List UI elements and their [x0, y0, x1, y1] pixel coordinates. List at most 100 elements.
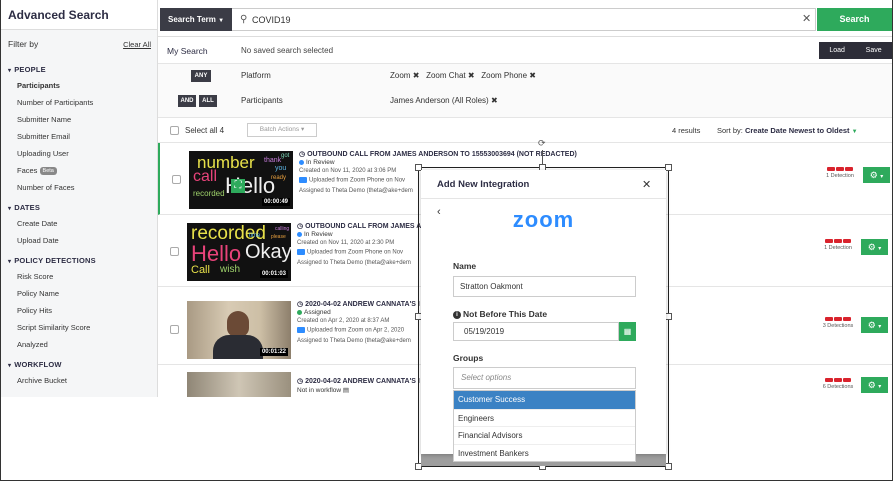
detection-indicator: 1 Detection [820, 239, 856, 251]
active-filters: ANY Platform Zoom ✖ Zoom Chat ✖ Zoom Pho… [158, 64, 892, 118]
filter-row-platform: ANY Platform Zoom ✖ Zoom Chat ✖ Zoom Pho… [158, 64, 892, 88]
resize-handle[interactable] [665, 463, 672, 470]
row-title[interactable]: ◷ OUTBOUND CALL FROM JAMES AN [297, 222, 426, 230]
filter-values: Zoom ✖ Zoom Chat ✖ Zoom Phone ✖ [390, 71, 536, 80]
chevron-down-icon: ▼ [851, 129, 858, 135]
my-search-value[interactable]: No saved search selected [241, 46, 333, 55]
row-checkbox[interactable] [170, 247, 179, 256]
date-input[interactable]: 05/19/2019 [453, 322, 619, 341]
sidebar-item[interactable]: Number of Participants [1, 94, 157, 111]
load-button[interactable]: Load [829, 47, 845, 54]
sidebar-item[interactable]: Faces Beta [1, 162, 157, 179]
row-assigned: Assigned to Theta Demo (theta@ake+dem [297, 338, 411, 344]
calendar-icon[interactable]: ▦ [619, 322, 636, 341]
and-tag[interactable]: AND [178, 95, 196, 107]
remove-icon[interactable]: ✖ [529, 71, 536, 80]
row-actions-button[interactable]: ⚙ ▾ [861, 239, 888, 255]
resize-handle[interactable] [665, 313, 672, 320]
search-button[interactable]: Search [817, 8, 892, 31]
status-text: Assigned [304, 309, 331, 316]
remove-icon[interactable]: ✖ [468, 71, 475, 80]
word-cloud-thumbnail[interactable]: number call Hello recorded thank you rea… [189, 151, 293, 209]
sidebar-item-label: Submitter Name [17, 115, 72, 124]
search-input[interactable] [252, 12, 772, 28]
zoom-icon [297, 327, 305, 333]
word-cloud-word: Okay [245, 241, 291, 263]
row-title-text: OUTBOUND CALL FROM JAMES ANDERSON TO 155… [307, 151, 577, 158]
clear-all-link[interactable]: Clear All [123, 40, 151, 49]
status-dot [297, 231, 302, 237]
name-label: Name [453, 261, 477, 271]
option-customer-success[interactable]: Customer Success [454, 391, 635, 409]
row-assigned: Assigned to Theta Demo (theta@ake+dem [299, 188, 413, 194]
row-actions-button[interactable]: ⚙ ▾ [861, 317, 888, 333]
resize-handle[interactable] [665, 164, 672, 171]
sidebar-item[interactable]: Script Similarity Score [1, 319, 157, 336]
any-tag[interactable]: ANY [191, 70, 211, 82]
sidebar-item-label: Uploading User [17, 149, 69, 158]
remove-icon[interactable]: ✖ [413, 71, 420, 80]
video-thumbnail[interactable] [187, 372, 291, 397]
sidebar-title: Advanced Search [1, 0, 157, 30]
row-created: Created on Apr 2, 2020 at 8:37 AM [297, 318, 390, 324]
video-thumbnail[interactable]: 00:01:22 [187, 301, 291, 359]
option-investment-bankers[interactable]: Investment Bankers [454, 443, 635, 462]
rotate-handle-icon[interactable]: ⟳ [538, 138, 546, 149]
sidebar-section-header[interactable]: ▾ POLICY DETECTIONS [1, 249, 157, 268]
sidebar-item[interactable]: Participants [1, 77, 157, 94]
close-icon[interactable]: ✕ [642, 178, 651, 191]
sidebar-item[interactable]: Policy Name [1, 285, 157, 302]
row-actions-button[interactable]: ⚙ ▾ [861, 377, 888, 393]
sidebar-section-header[interactable]: ▾ DATES [1, 196, 157, 215]
word-cloud-word: call [193, 168, 218, 185]
expand-icon[interactable]: ⛶ [231, 179, 245, 193]
sidebar-item[interactable]: Policy Hits [1, 302, 157, 319]
sidebar-item[interactable]: Number of Faces [1, 179, 157, 196]
all-tag[interactable]: ALL [199, 95, 217, 107]
row-title[interactable]: ◷ OUTBOUND CALL FROM JAMES ANDERSON TO 1… [299, 150, 577, 158]
sidebar-item[interactable]: Uploading User [1, 145, 157, 162]
row-status: In Review [297, 231, 333, 238]
sidebar-section-header[interactable]: ▾ PEOPLE [1, 58, 157, 77]
sidebar-item[interactable]: Archive Bucket [1, 372, 157, 389]
groups-select[interactable]: Select options [453, 367, 636, 389]
workflow-icon: ▤ [342, 387, 350, 394]
row-title[interactable]: ◷ 2020-04-02 ANDREW CANNATA'S I [297, 300, 420, 308]
sidebar-section-header[interactable]: ▾ WORKFLOW [1, 353, 157, 372]
clock-icon: ◷ [299, 151, 306, 158]
row-checkbox[interactable] [172, 175, 181, 184]
row-upload: Uploaded from Zoom Phone on Nov [297, 249, 403, 256]
option-financial-advisors[interactable]: Financial Advisors [454, 426, 635, 444]
select-all-checkbox[interactable] [170, 126, 179, 135]
clear-search-icon[interactable]: ✕ [802, 12, 811, 25]
word-cloud-word: wish [220, 264, 241, 275]
sidebar-item[interactable]: Risk Score [1, 268, 157, 285]
sidebar-item[interactable]: Submitter Name [1, 111, 157, 128]
load-save-group: Load Save [819, 42, 892, 59]
row-title-text: OUTBOUND CALL FROM JAMES AN [305, 223, 427, 230]
batch-actions-button[interactable]: Batch Actions ▾ [247, 123, 317, 137]
option-engineers[interactable]: Engineers [454, 408, 635, 427]
name-input[interactable]: Stratton Oakmont [453, 276, 636, 297]
caret-down-icon: ▾ [8, 68, 12, 74]
row-actions-button[interactable]: ⚙ ▾ [863, 167, 890, 183]
filter-chip: James Anderson (All Roles) ✖ [390, 96, 498, 105]
sort-dropdown[interactable]: Sort by: Create Date Newest to Oldest ▼ [717, 126, 858, 135]
sidebar-section-label: WORKFLOW [14, 360, 62, 369]
chevron-down-icon: ▾ [878, 384, 882, 390]
sidebar-item[interactable]: Analyzed [1, 336, 157, 353]
clock-icon: ◷ [297, 378, 304, 385]
word-cloud-thumbnail[interactable]: recorded Hello Okay Call wish calling ti… [187, 223, 291, 281]
save-button[interactable]: Save [866, 47, 882, 54]
beta-badge: Beta [39, 167, 57, 176]
sidebar-item[interactable]: Create Date [1, 215, 157, 232]
row-checkbox[interactable] [170, 325, 179, 334]
row-title[interactable]: ◷ 2020-04-02 ANDREW CANNATA'S I [297, 377, 420, 385]
sidebar-item-label: Policy Name [17, 289, 60, 298]
sidebar-item[interactable]: Upload Date [1, 232, 157, 249]
search-term-dropdown[interactable]: Search Term ▼ [160, 8, 232, 31]
results-count: 4 results [672, 126, 701, 135]
remove-icon[interactable]: ✖ [491, 96, 498, 105]
sidebar-item[interactable]: Submitter Email [1, 128, 157, 145]
clock-icon: ◷ [297, 223, 304, 230]
